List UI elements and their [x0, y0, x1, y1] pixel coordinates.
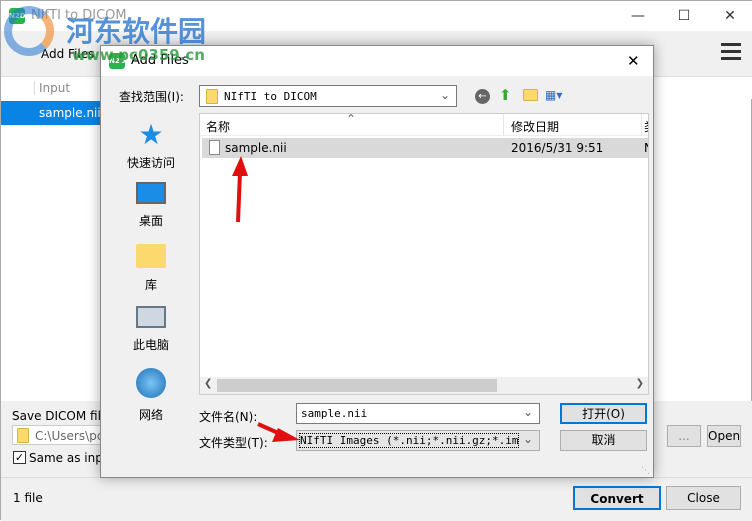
watermark-name: 河东软件园 — [66, 15, 207, 48]
watermark-logo — [4, 6, 54, 56]
watermark-url: www.pc0359.cn — [72, 46, 205, 64]
arrow-to-filetype — [257, 422, 300, 442]
annotation-arrows — [232, 156, 300, 442]
arrow-up-to-file — [232, 156, 248, 223]
